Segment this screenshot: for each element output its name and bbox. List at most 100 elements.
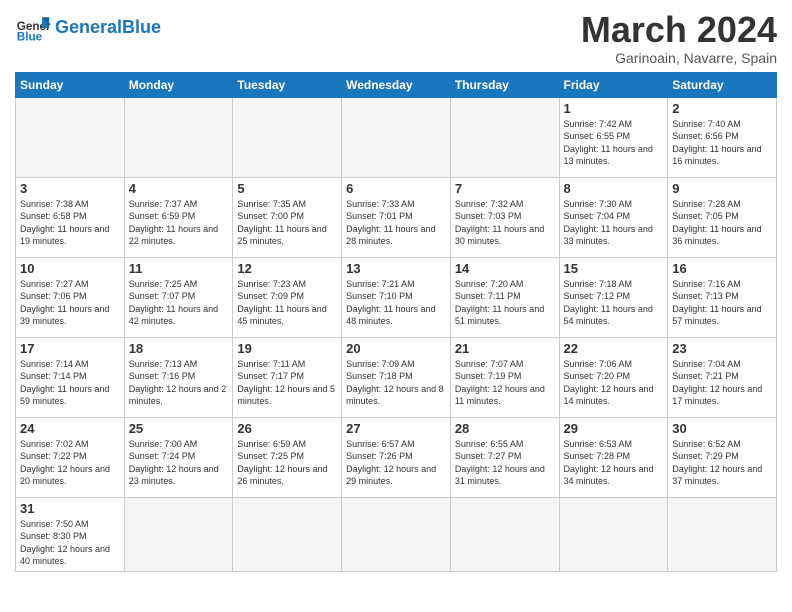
month-title: March 2024 bbox=[581, 10, 777, 50]
header-tuesday: Tuesday bbox=[233, 72, 342, 97]
day-info: Sunrise: 7:32 AM Sunset: 7:03 PM Dayligh… bbox=[455, 198, 555, 248]
day-number: 12 bbox=[237, 261, 337, 276]
day-number: 22 bbox=[564, 341, 664, 356]
day-info: Sunrise: 7:28 AM Sunset: 7:05 PM Dayligh… bbox=[672, 198, 772, 248]
day-info: Sunrise: 7:13 AM Sunset: 7:16 PM Dayligh… bbox=[129, 358, 229, 408]
day-number: 31 bbox=[20, 501, 120, 516]
calendar-day-cell: 16 Sunrise: 7:16 AM Sunset: 7:13 PM Dayli… bbox=[668, 257, 777, 337]
calendar-day-cell: 4Sunrise: 7:37 AM Sunset: 6:59 PM Daylig… bbox=[124, 177, 233, 257]
calendar-day-cell: 11 Sunrise: 7:25 AM Sunset: 7:07 PM Dayli… bbox=[124, 257, 233, 337]
calendar-week-row: 3Sunrise: 7:38 AM Sunset: 6:58 PM Daylig… bbox=[16, 177, 777, 257]
header-area: General Blue GeneralBlue March 2024 Gari… bbox=[15, 10, 777, 66]
day-info: Sunrise: 7:06 AM Sunset: 7:20 PM Dayligh… bbox=[564, 358, 664, 408]
calendar-day-cell: 12 Sunrise: 7:23 AM Sunset: 7:09 PM Dayli… bbox=[233, 257, 342, 337]
day-info: Sunrise: 7:02 AM Sunset: 7:22 PM Dayligh… bbox=[20, 438, 120, 488]
day-info: Sunrise: 7:33 AM Sunset: 7:01 PM Dayligh… bbox=[346, 198, 446, 248]
calendar-day-cell: 1 Sunrise: 7:42 AM Sunset: 6:55 PM Daylig… bbox=[559, 97, 668, 177]
calendar-day-cell bbox=[559, 497, 668, 571]
day-number: 9 bbox=[672, 181, 772, 196]
header-sunday: Sunday bbox=[16, 72, 125, 97]
calendar-day-cell: 10Sunrise: 7:27 AM Sunset: 7:06 PM Dayli… bbox=[16, 257, 125, 337]
calendar-day-cell: 28 Sunrise: 6:55 AM Sunset: 7:27 PM Dayli… bbox=[450, 417, 559, 497]
day-info: Sunrise: 7:30 AM Sunset: 7:04 PM Dayligh… bbox=[564, 198, 664, 248]
header-saturday: Saturday bbox=[668, 72, 777, 97]
day-number: 14 bbox=[455, 261, 555, 276]
calendar-day-cell: 2Sunrise: 7:40 AM Sunset: 6:56 PM Daylig… bbox=[668, 97, 777, 177]
day-info: Sunrise: 7:25 AM Sunset: 7:07 PM Dayligh… bbox=[129, 278, 229, 328]
day-number: 18 bbox=[129, 341, 229, 356]
calendar-day-cell: 25Sunrise: 7:00 AM Sunset: 7:24 PM Dayli… bbox=[124, 417, 233, 497]
day-info: Sunrise: 6:59 AM Sunset: 7:25 PM Dayligh… bbox=[237, 438, 337, 488]
calendar-day-cell: 22 Sunrise: 7:06 AM Sunset: 7:20 PM Dayli… bbox=[559, 337, 668, 417]
calendar-day-cell bbox=[124, 97, 233, 177]
day-number: 28 bbox=[455, 421, 555, 436]
logo: General Blue GeneralBlue bbox=[15, 10, 161, 46]
day-number: 29 bbox=[564, 421, 664, 436]
day-number: 27 bbox=[346, 421, 446, 436]
calendar-day-cell bbox=[342, 497, 451, 571]
day-info: Sunrise: 6:57 AM Sunset: 7:26 PM Dayligh… bbox=[346, 438, 446, 488]
day-number: 6 bbox=[346, 181, 446, 196]
header-thursday: Thursday bbox=[450, 72, 559, 97]
day-number: 16 bbox=[672, 261, 772, 276]
calendar-week-row: 10Sunrise: 7:27 AM Sunset: 7:06 PM Dayli… bbox=[16, 257, 777, 337]
calendar-table: Sunday Monday Tuesday Wednesday Thursday… bbox=[15, 72, 777, 572]
calendar-day-cell: 18 Sunrise: 7:13 AM Sunset: 7:16 PM Dayli… bbox=[124, 337, 233, 417]
day-number: 15 bbox=[564, 261, 664, 276]
title-area: March 2024 Garinoain, Navarre, Spain bbox=[581, 10, 777, 66]
day-number: 7 bbox=[455, 181, 555, 196]
calendar-day-cell: 27 Sunrise: 6:57 AM Sunset: 7:26 PM Dayli… bbox=[342, 417, 451, 497]
day-info: Sunrise: 7:11 AM Sunset: 7:17 PM Dayligh… bbox=[237, 358, 337, 408]
day-number: 3 bbox=[20, 181, 120, 196]
day-info: Sunrise: 7:50 AM Sunset: 8:30 PM Dayligh… bbox=[20, 518, 120, 568]
day-number: 5 bbox=[237, 181, 337, 196]
day-number: 17 bbox=[20, 341, 120, 356]
svg-text:Blue: Blue bbox=[17, 31, 43, 44]
header-wednesday: Wednesday bbox=[342, 72, 451, 97]
day-number: 21 bbox=[455, 341, 555, 356]
day-number: 30 bbox=[672, 421, 772, 436]
day-info: Sunrise: 7:16 AM Sunset: 7:13 PM Dayligh… bbox=[672, 278, 772, 328]
calendar-week-row: 24 Sunrise: 7:02 AM Sunset: 7:22 PM Dayli… bbox=[16, 417, 777, 497]
day-info: Sunrise: 7:21 AM Sunset: 7:10 PM Dayligh… bbox=[346, 278, 446, 328]
calendar-day-cell: 29Sunrise: 6:53 AM Sunset: 7:28 PM Dayli… bbox=[559, 417, 668, 497]
day-info: Sunrise: 7:14 AM Sunset: 7:14 PM Dayligh… bbox=[20, 358, 120, 408]
day-info: Sunrise: 7:40 AM Sunset: 6:56 PM Dayligh… bbox=[672, 118, 772, 168]
calendar-week-row: 17 Sunrise: 7:14 AM Sunset: 7:14 PM Dayli… bbox=[16, 337, 777, 417]
header-monday: Monday bbox=[124, 72, 233, 97]
day-info: Sunrise: 7:20 AM Sunset: 7:11 PM Dayligh… bbox=[455, 278, 555, 328]
calendar-day-cell: 3Sunrise: 7:38 AM Sunset: 6:58 PM Daylig… bbox=[16, 177, 125, 257]
calendar-week-row: 31 Sunrise: 7:50 AM Sunset: 8:30 PM Dayli… bbox=[16, 497, 777, 571]
day-info: Sunrise: 7:09 AM Sunset: 7:18 PM Dayligh… bbox=[346, 358, 446, 408]
calendar-day-cell: 14 Sunrise: 7:20 AM Sunset: 7:11 PM Dayli… bbox=[450, 257, 559, 337]
calendar-day-cell: 7 Sunrise: 7:32 AM Sunset: 7:03 PM Daylig… bbox=[450, 177, 559, 257]
calendar-day-cell bbox=[233, 97, 342, 177]
day-info: Sunrise: 7:37 AM Sunset: 6:59 PM Dayligh… bbox=[129, 198, 229, 248]
calendar-day-cell: 20Sunrise: 7:09 AM Sunset: 7:18 PM Dayli… bbox=[342, 337, 451, 417]
calendar-day-cell bbox=[668, 497, 777, 571]
calendar-day-cell bbox=[450, 497, 559, 571]
weekday-header-row: Sunday Monday Tuesday Wednesday Thursday… bbox=[16, 72, 777, 97]
calendar-day-cell bbox=[450, 97, 559, 177]
calendar-week-row: 1 Sunrise: 7:42 AM Sunset: 6:55 PM Daylig… bbox=[16, 97, 777, 177]
calendar-day-cell: 26 Sunrise: 6:59 AM Sunset: 7:25 PM Dayli… bbox=[233, 417, 342, 497]
day-info: Sunrise: 7:04 AM Sunset: 7:21 PM Dayligh… bbox=[672, 358, 772, 408]
day-info: Sunrise: 6:55 AM Sunset: 7:27 PM Dayligh… bbox=[455, 438, 555, 488]
calendar-day-cell: 19 Sunrise: 7:11 AM Sunset: 7:17 PM Dayli… bbox=[233, 337, 342, 417]
day-number: 23 bbox=[672, 341, 772, 356]
day-info: Sunrise: 7:42 AM Sunset: 6:55 PM Dayligh… bbox=[564, 118, 664, 168]
calendar-day-cell: 17 Sunrise: 7:14 AM Sunset: 7:14 PM Dayli… bbox=[16, 337, 125, 417]
day-number: 19 bbox=[237, 341, 337, 356]
day-number: 1 bbox=[564, 101, 664, 116]
calendar-day-cell: 8Sunrise: 7:30 AM Sunset: 7:04 PM Daylig… bbox=[559, 177, 668, 257]
day-number: 25 bbox=[129, 421, 229, 436]
day-info: Sunrise: 7:23 AM Sunset: 7:09 PM Dayligh… bbox=[237, 278, 337, 328]
header-friday: Friday bbox=[559, 72, 668, 97]
calendar-day-cell: 21 Sunrise: 7:07 AM Sunset: 7:19 PM Dayli… bbox=[450, 337, 559, 417]
day-info: Sunrise: 6:52 AM Sunset: 7:29 PM Dayligh… bbox=[672, 438, 772, 488]
day-number: 11 bbox=[129, 261, 229, 276]
day-info: Sunrise: 7:07 AM Sunset: 7:19 PM Dayligh… bbox=[455, 358, 555, 408]
day-number: 26 bbox=[237, 421, 337, 436]
calendar-day-cell: 5Sunrise: 7:35 AM Sunset: 7:00 PM Daylig… bbox=[233, 177, 342, 257]
day-number: 24 bbox=[20, 421, 120, 436]
